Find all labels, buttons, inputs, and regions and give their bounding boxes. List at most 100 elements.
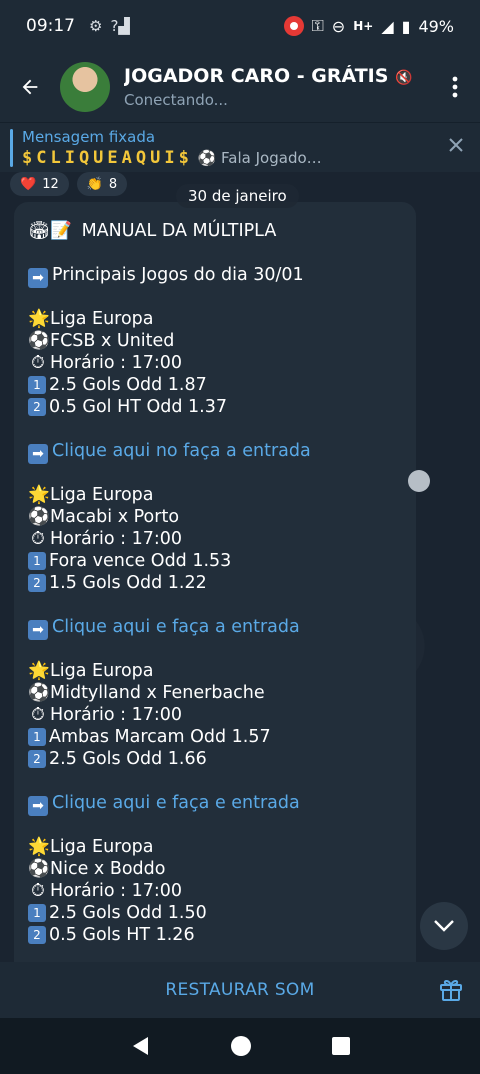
memo-icon: 📝: [50, 221, 72, 241]
nav-recents-icon[interactable]: [332, 1037, 350, 1055]
close-icon: [449, 138, 463, 152]
arrow-right-icon: ➡: [28, 268, 48, 288]
arrow-right-icon: ➡: [28, 620, 48, 640]
keycap-2-icon: 2: [28, 926, 46, 944]
game-tip-1: 1 Fora vence Odd 1.53: [28, 550, 402, 572]
reaction-count: 12: [42, 176, 59, 192]
game-tip-2: 2 2.5 Gols Odd 1.66: [28, 748, 402, 770]
keycap-2-icon: 2: [28, 574, 46, 592]
status-time: 09:17: [26, 16, 75, 36]
star-icon: 🌟: [28, 485, 50, 505]
entry-link-2[interactable]: ➡ Clique aqui e faça a entrada: [28, 616, 402, 640]
reaction-heart[interactable]: ❤️ 12: [10, 172, 69, 196]
message-title-line: 🏟📝 MANUAL DA MÚLTIPLA: [28, 220, 402, 242]
screen-record-icon: [283, 16, 304, 36]
gift-icon: [440, 979, 462, 1001]
key-icon: ⚿: [311, 16, 324, 35]
keycap-1-icon: 1: [28, 904, 46, 922]
entry-link-1[interactable]: ➡ Clique aqui no faça a entrada: [28, 440, 402, 464]
arrow-right-icon: ➡: [28, 444, 48, 464]
heart-icon: ❤️: [20, 176, 37, 192]
chevron-down-icon: [434, 920, 454, 932]
battery-level: 49%: [418, 16, 454, 36]
game-time: ⏱ Horário : 17:00: [28, 352, 402, 374]
keycap-2-icon: 2: [28, 750, 46, 768]
back-arrow-icon: [22, 79, 38, 95]
game-match: ⚽Nice x Boddo: [28, 859, 166, 879]
clap-icon: 👏: [86, 176, 103, 192]
pinned-title: Mensagem fixada: [22, 127, 156, 146]
soccer-ball-icon: ⚽: [28, 331, 50, 351]
pinned-preview: $CLIQUEAQUI$ ⚽ Fala Jogado…: [22, 148, 322, 168]
star-icon: 🌟: [28, 309, 50, 329]
star-icon: 🌟: [28, 661, 50, 681]
soccer-ball-icon: ⚽: [28, 859, 50, 879]
channel-avatar[interactable]: [60, 62, 110, 112]
more-vert-icon: [452, 76, 458, 98]
stopwatch-icon: ⏱: [31, 881, 45, 901]
game-league: 🌟Liga Europa: [28, 837, 154, 857]
scroll-down-button[interactable]: [420, 902, 468, 950]
game-tip-1: 1 2.5 Gols Odd 1.50: [28, 902, 402, 924]
entry-link-3[interactable]: ➡ Clique aqui e faça e entrada: [28, 792, 402, 816]
pinned-highlight: $CLIQUEAQUI$: [22, 147, 193, 168]
game-match: ⚽FCSB x United: [28, 331, 175, 351]
signal-icon: ◢: [381, 16, 394, 36]
game-tip-2: 2 1.5 Gols Odd 1.22: [28, 572, 402, 594]
game-tip-1: 1 Ambas Marcam Odd 1.57: [28, 726, 402, 748]
soccer-ball-icon: ⚽: [28, 507, 50, 527]
connection-status: Conectando...: [124, 91, 228, 109]
gift-button[interactable]: [438, 976, 464, 1006]
stopwatch-icon: ⏱: [31, 353, 45, 373]
game-time: ⏱ Horário : 17:00: [28, 528, 402, 550]
pinned-preview-text: ⚽ Fala Jogado…: [197, 148, 322, 167]
game-match: ⚽Midtylland x Fenerbache: [28, 683, 265, 703]
channel-bottom-bar: RESTAURAR SOM: [0, 962, 480, 1018]
game-tip-2: 2 0.5 Gol HT Odd 1.37: [28, 396, 402, 418]
keycap-1-icon: 1: [28, 728, 46, 746]
reaction-count: 8: [108, 176, 118, 192]
star-icon: 🌟: [28, 837, 50, 857]
dnd-icon: ⊖: [331, 16, 346, 36]
channel-title: JOGADOR CARO - GRÁTIS 🔇: [124, 65, 413, 87]
close-pinned-button[interactable]: [448, 137, 464, 157]
system-nav-bar: [0, 1018, 480, 1074]
chat-area[interactable]: ❤️ 12 👏 8 🏟📝 MANUAL DA MÚLTIPLA ➡ Princip…: [0, 172, 480, 962]
keycap-1-icon: 1: [28, 376, 46, 394]
reaction-clap[interactable]: 👏 8: [76, 172, 128, 196]
game-league: 🌟Liga Europa: [28, 485, 154, 505]
nav-home-icon[interactable]: [230, 1035, 252, 1057]
date-pill: 30 de janeiro: [176, 184, 299, 208]
battery-icon: ▮: [401, 16, 411, 36]
message-bubble[interactable]: 🏟📝 MANUAL DA MÚLTIPLA ➡ Principais Jogos …: [14, 202, 416, 962]
game-time: ⏱ Horário : 17:00: [28, 704, 402, 726]
stopwatch-icon: ⏱: [31, 705, 45, 725]
game-tip-1: 1 2.5 Gols Odd 1.87: [28, 374, 402, 396]
stadium-icon: 🏟: [28, 221, 51, 241]
pinned-message[interactable]: Mensagem fixada $CLIQUEAQUI$ ⚽ Fala Joga…: [0, 122, 480, 172]
header-text[interactable]: JOGADOR CARO - GRÁTIS 🔇 Conectando...: [124, 65, 430, 109]
fast-scroll-handle[interactable]: [408, 470, 430, 492]
soccer-ball-icon: ⚽: [28, 683, 50, 703]
reactions-row: ❤️ 12 👏 8: [10, 172, 128, 196]
stopwatch-icon: ⏱: [31, 529, 45, 549]
message-title: MANUAL DA MÚLTIPLA: [81, 221, 277, 241]
restore-sound-button[interactable]: RESTAURAR SOM: [165, 980, 314, 1000]
game-match: ⚽Macabi x Porto: [28, 507, 180, 527]
intro-line: ➡ Principais Jogos do dia 30/01: [28, 264, 402, 288]
muted-icon: 🔇: [395, 70, 413, 86]
game-league: 🌟Liga Europa: [28, 309, 154, 329]
chat-header: JOGADOR CARO - GRÁTIS 🔇 Conectando...: [0, 52, 480, 122]
game-tip-2: 2 0.5 Gols HT 1.26: [28, 924, 402, 946]
keycap-1-icon: 1: [28, 552, 46, 570]
pinned-indicator: [10, 129, 13, 167]
nav-back-icon[interactable]: [130, 1035, 150, 1057]
network-type: H+: [353, 19, 374, 33]
signal-unknown-icon: ?▟: [110, 17, 130, 35]
back-button[interactable]: [0, 76, 60, 98]
settings-status-icon: ⚙: [89, 17, 103, 35]
game-league: 🌟Liga Europa: [28, 661, 154, 681]
more-options-button[interactable]: [430, 76, 480, 98]
keycap-2-icon: 2: [28, 398, 46, 416]
status-bar: 09:17 ⚙ ?▟ ⚿ ⊖ H+ ◢ ▮ 49%: [0, 0, 480, 52]
